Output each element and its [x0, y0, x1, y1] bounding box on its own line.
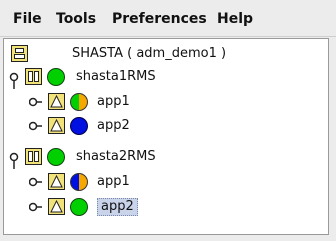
tree-app-row[interactable]: app2 [4, 114, 324, 138]
cluster-tree[interactable]: SHASTA ( adm_demo1 ) shasta1RMS app1 app… [3, 38, 329, 235]
tree-app-row[interactable]: app2 [4, 195, 324, 219]
tree-app-row[interactable]: app1 [4, 90, 324, 114]
server-icon [25, 148, 42, 165]
collapsed-handle-icon[interactable] [29, 176, 43, 188]
tree-system-row[interactable]: shasta2RMS [4, 145, 324, 169]
app-label: app1 [97, 174, 130, 189]
collapsed-handle-icon[interactable] [29, 201, 43, 213]
app-warning-icon [48, 173, 65, 190]
tree-system-row[interactable]: shasta1RMS [4, 65, 324, 89]
server-icon [25, 68, 42, 85]
status-online-icon [47, 148, 65, 166]
app-label: app1 [97, 94, 130, 109]
menu-bar: File Tools Preferences Help [0, 0, 336, 37]
status-offline-icon [70, 117, 88, 135]
status-online-icon [47, 68, 65, 86]
app-label-selected[interactable]: app2 [97, 198, 138, 216]
status-partial-icon [70, 93, 88, 111]
system-label: shasta2RMS [76, 149, 156, 164]
tree-root-label: SHASTA ( adm_demo1 ) [72, 46, 227, 61]
tree-app-row[interactable]: app1 [4, 170, 324, 194]
menu-help[interactable]: Help [217, 11, 253, 27]
app-window: File Tools Preferences Help SHASTA ( adm… [0, 0, 336, 241]
cluster-icon [11, 45, 28, 62]
expanded-handle-icon[interactable] [9, 72, 23, 90]
app-warning-icon [48, 117, 65, 134]
collapsed-handle-icon[interactable] [29, 120, 43, 132]
menu-file[interactable]: File [13, 11, 42, 27]
menu-preferences[interactable]: Preferences [112, 11, 207, 27]
app-warning-icon [48, 93, 65, 110]
menu-tools[interactable]: Tools [56, 11, 96, 27]
collapsed-handle-icon[interactable] [29, 96, 43, 108]
expanded-handle-icon[interactable] [9, 152, 23, 170]
app-label: app2 [97, 118, 130, 133]
status-online-icon [70, 198, 88, 216]
status-partial-icon [70, 173, 88, 191]
tree-root-row[interactable]: SHASTA ( adm_demo1 ) [4, 42, 324, 66]
system-label: shasta1RMS [76, 69, 156, 84]
app-warning-icon [48, 198, 65, 215]
